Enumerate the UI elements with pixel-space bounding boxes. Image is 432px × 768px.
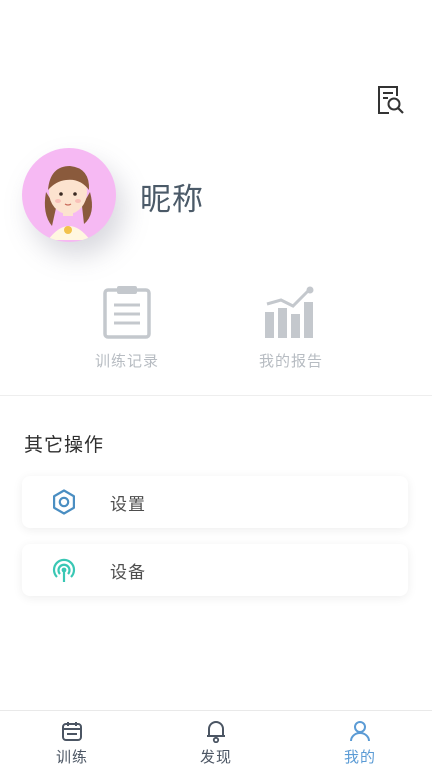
profile-header: 昵称 (22, 148, 322, 244)
device-label: 设备 (110, 563, 146, 583)
section-title: 其它操作 (24, 434, 105, 456)
calendar-icon (60, 719, 84, 743)
report-search-icon[interactable] (376, 84, 406, 116)
avatar[interactable] (22, 148, 116, 242)
bottom-tab-bar: 训练 发现 我的 (0, 710, 432, 768)
nickname[interactable]: 昵称 (140, 174, 204, 219)
training-records-button[interactable]: 训练记录 (62, 284, 192, 376)
stats-row: 训练记录 我的报告 (0, 284, 432, 376)
tab-label: 我的 (343, 748, 376, 766)
device-item[interactable]: 设备 (22, 544, 408, 596)
divider (0, 395, 432, 396)
stat-label: 训练记录 (94, 352, 159, 370)
user-icon (348, 719, 372, 743)
settings-label: 设置 (110, 495, 146, 515)
tab-label: 训练 (55, 748, 88, 766)
bar-chart-trend-icon (261, 284, 321, 342)
tab-discover[interactable]: 发现 (144, 711, 288, 768)
tab-label: 发现 (199, 748, 232, 766)
settings-item[interactable]: 设置 (22, 476, 408, 528)
bell-icon (204, 719, 228, 743)
device-signal-icon (50, 556, 78, 584)
my-reports-button[interactable]: 我的报告 (226, 284, 356, 376)
tab-training[interactable]: 训练 (0, 711, 144, 768)
profile-screen: 昵称 训练记录 我的报告 其它操作 设置 设备 训练 发现 我的 (0, 0, 432, 768)
stat-label: 我的报告 (258, 352, 323, 370)
tab-mine[interactable]: 我的 (288, 711, 432, 768)
gear-icon (50, 488, 78, 516)
clipboard-icon (97, 284, 157, 342)
